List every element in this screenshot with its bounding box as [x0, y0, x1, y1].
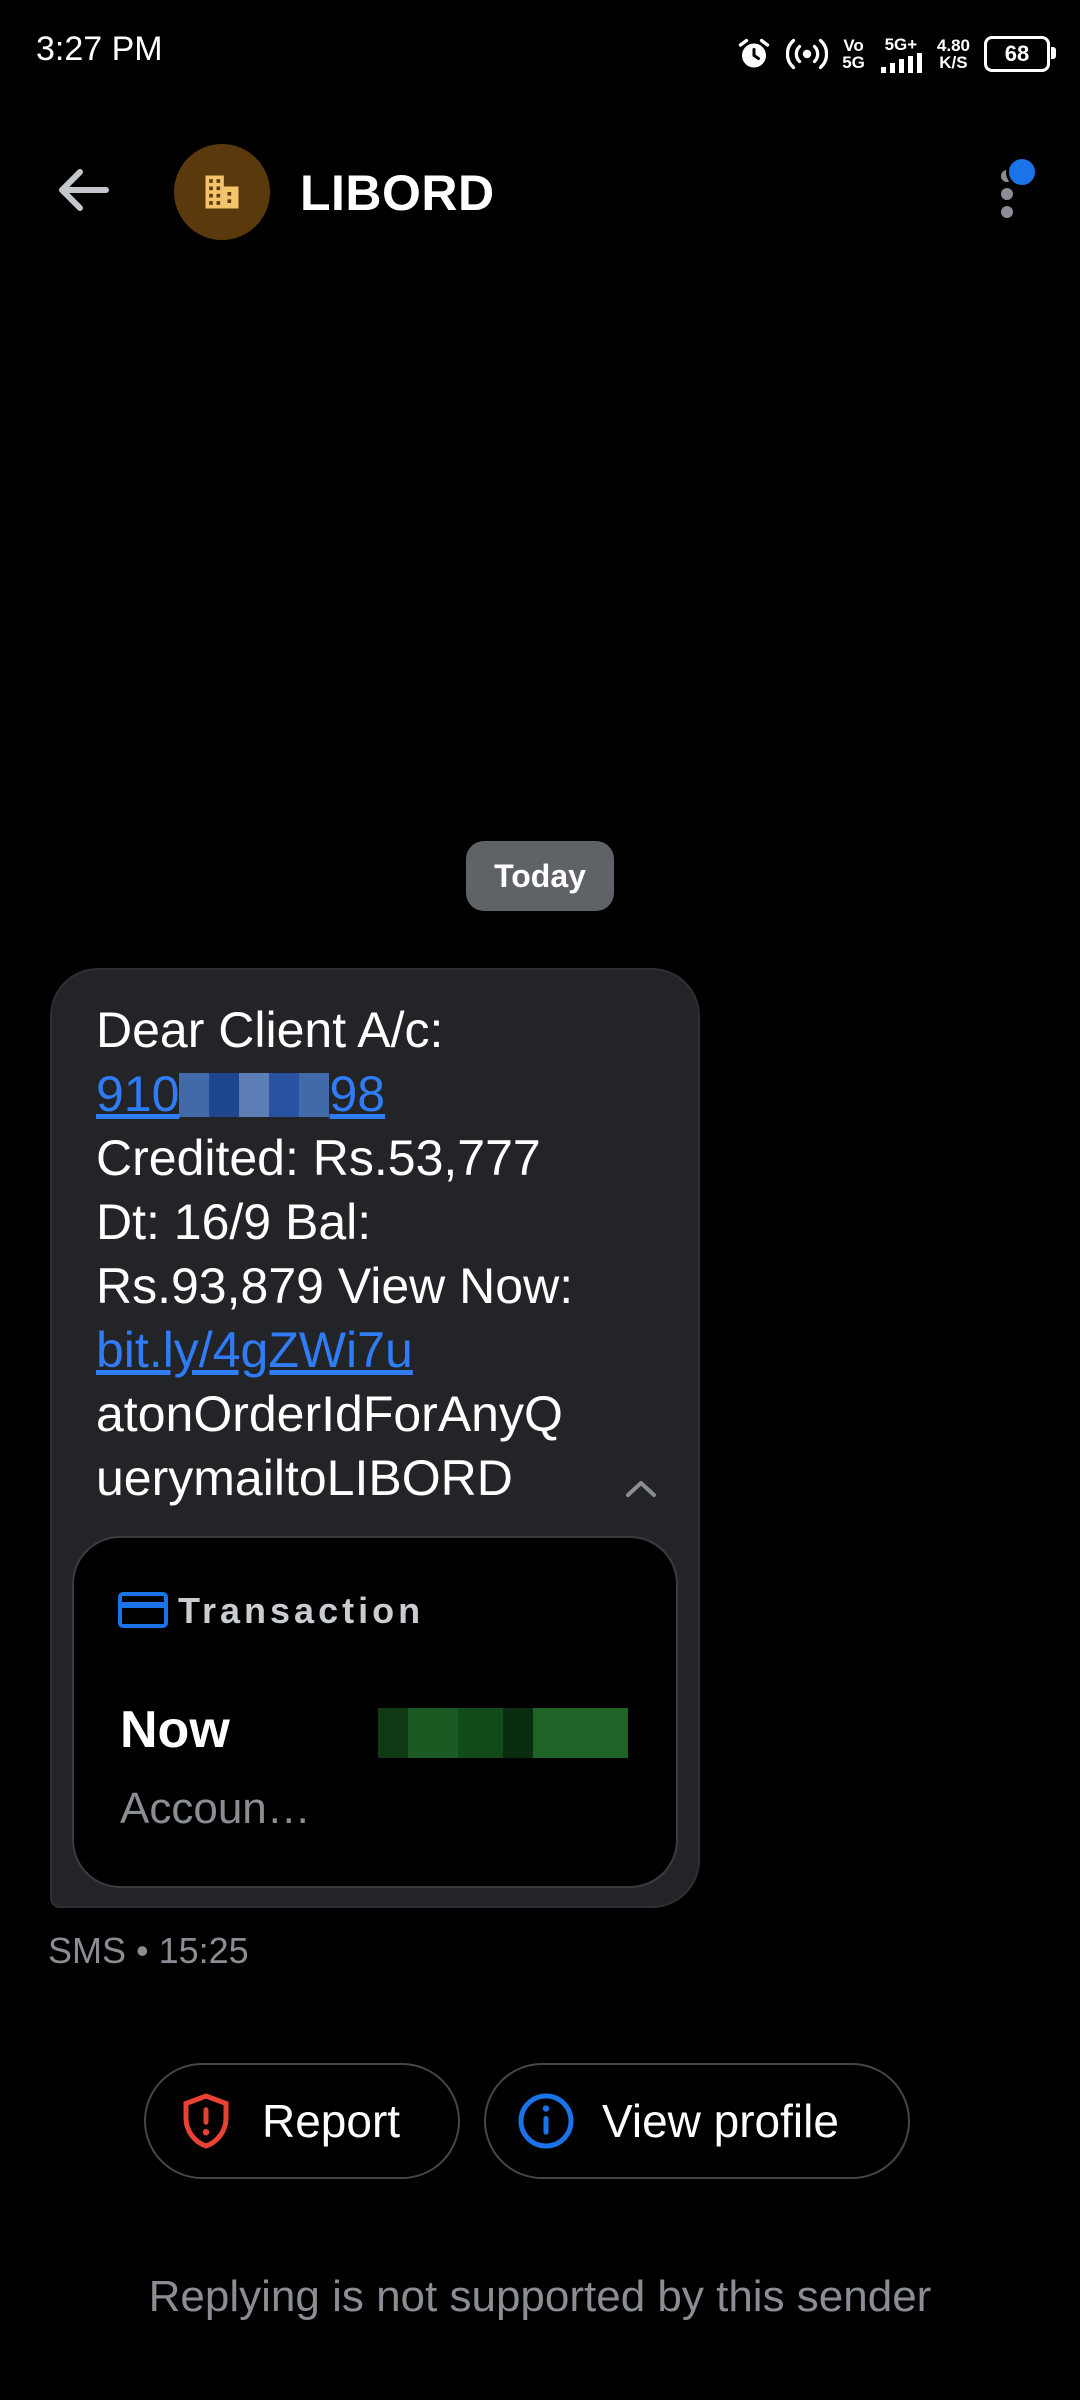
- credit-card-icon: [118, 1592, 168, 1628]
- message-line: atonOrderIdForAnyQ: [96, 1386, 563, 1442]
- report-label: Report: [262, 2095, 401, 2147]
- message-meta: SMS • 15:25: [48, 1930, 249, 1971]
- battery-level: 68: [1004, 41, 1030, 66]
- conversation-title[interactable]: LIBORD: [300, 164, 495, 222]
- account-number-link[interactable]: 910 98: [96, 1062, 656, 1126]
- status-icons: Vo 5G 5G+ 4.80 K/S 68: [736, 30, 1056, 78]
- more-options-button[interactable]: [984, 150, 1038, 230]
- redacted-amount: [378, 1708, 628, 1758]
- notification-dot: [1006, 156, 1038, 188]
- hotspot-icon: [786, 38, 829, 70]
- building-icon: [205, 175, 239, 209]
- date-divider: Today: [466, 841, 614, 911]
- volte-indicator: Vo 5G: [842, 37, 865, 71]
- transaction-time: Now: [120, 1701, 230, 1759]
- alarm-icon: [739, 38, 770, 68]
- signal-label: 5G+: [884, 34, 918, 54]
- account-number[interactable]: 910 98: [96, 1062, 385, 1126]
- speed-value: 4.80: [936, 36, 970, 55]
- network-speed: 4.80 K/S: [937, 37, 970, 71]
- volte-bottom: 5G: [842, 53, 865, 72]
- arrow-left-icon: [59, 169, 109, 211]
- chevron-up-icon: [626, 1481, 656, 1497]
- message-line: Dt: 16/9 Bal:: [96, 1194, 372, 1250]
- signal-indicator: 5G+: [879, 36, 923, 73]
- account-suffix: 98: [329, 1066, 386, 1122]
- signal-bars-icon: [880, 52, 922, 73]
- info-icon: [518, 2093, 574, 2149]
- view-profile-button[interactable]: View profile: [484, 2063, 910, 2179]
- message-line: Rs.93,879 View Now:: [96, 1258, 574, 1314]
- view-profile-label: View profile: [602, 2095, 839, 2147]
- sender-avatar[interactable]: [174, 144, 270, 240]
- battery-indicator: 68: [984, 36, 1056, 72]
- transaction-account: Accoun…: [120, 1784, 311, 1833]
- status-time: 3:27 PM: [36, 30, 163, 68]
- collapse-button[interactable]: [616, 1468, 666, 1508]
- account-prefix: 910: [96, 1066, 180, 1122]
- message-line: Dear Client A/c:: [96, 1002, 444, 1058]
- volte-top: Vo: [843, 36, 864, 55]
- short-link[interactable]: bit.ly/4gZWi7u: [96, 1322, 413, 1378]
- reply-unsupported-notice: Replying is not supported by this sender: [148, 2272, 932, 2321]
- report-button[interactable]: Report: [144, 2063, 460, 2179]
- back-button[interactable]: [48, 160, 118, 220]
- shield-alert-icon: [183, 2093, 229, 2149]
- redacted-account-block: [179, 1073, 330, 1117]
- transaction-label: Transaction: [178, 1590, 425, 1631]
- message-line: Credited: Rs.53,777: [96, 1130, 541, 1186]
- message-text: Dear Client A/c: 910 98 Credited: Rs.53,7…: [96, 998, 656, 1510]
- message-line: uerymailtoLIBORD: [96, 1450, 513, 1506]
- speed-unit: K/S: [939, 53, 968, 72]
